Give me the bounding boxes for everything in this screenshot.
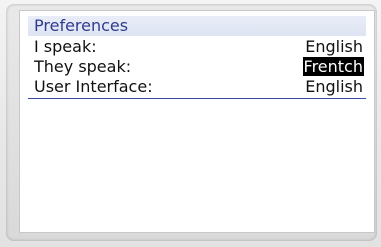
device-frame: Preferences I speak: English They speak:…	[0, 0, 381, 247]
setting-label-user-interface: User Interface:	[34, 77, 153, 96]
setting-value-they-speak[interactable]: Frentch	[302, 57, 364, 76]
setting-row-i-speak[interactable]: I speak: English	[28, 37, 366, 56]
setting-label-they-speak: They speak:	[34, 57, 132, 76]
title-bar: Preferences	[28, 16, 366, 36]
setting-value-user-interface[interactable]: English	[304, 77, 364, 96]
page-title: Preferences	[34, 16, 129, 35]
setting-row-user-interface[interactable]: User Interface: English	[28, 77, 366, 96]
setting-label-i-speak: I speak:	[34, 37, 97, 56]
section-divider	[28, 98, 366, 99]
preferences-screen: Preferences I speak: English They speak:…	[20, 11, 374, 232]
setting-value-i-speak[interactable]: English	[304, 37, 364, 56]
setting-row-they-speak[interactable]: They speak: Frentch	[28, 57, 366, 76]
